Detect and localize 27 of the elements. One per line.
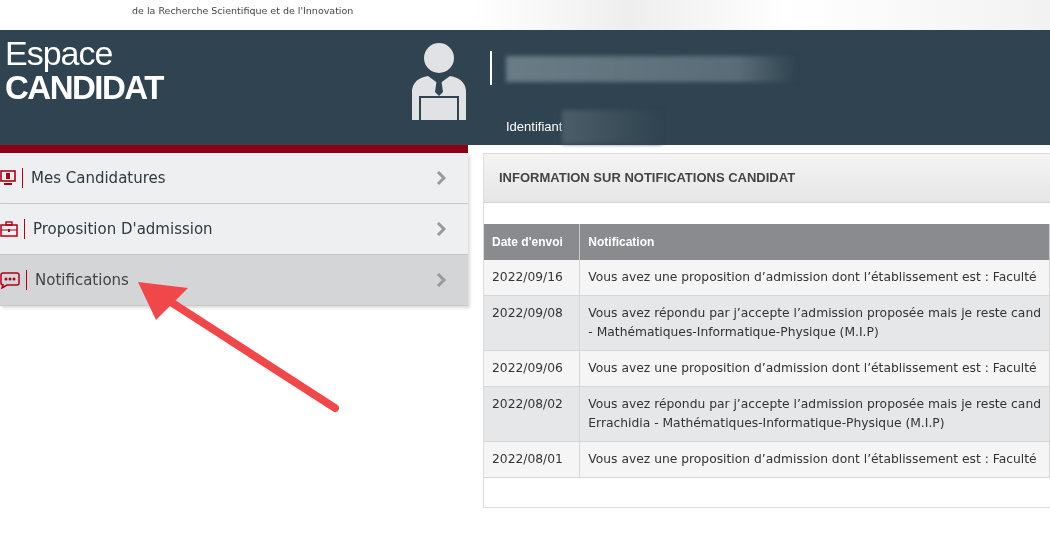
chevron-right-icon xyxy=(436,222,446,236)
notification-text: Vous avez une proposition d’admission dont l’établissement est : Faculté xyxy=(588,450,1037,468)
sidebar-item[interactable]: Proposition D'admission xyxy=(0,204,468,255)
ministry-caption: de la Recherche Scientifique et de l'Innovation xyxy=(132,4,354,18)
chat-icon xyxy=(0,271,20,289)
date-cell: 2022/08/02 xyxy=(484,386,580,442)
notification-text: Vous avez une proposition d’admission dont l’établissement est : Faculté xyxy=(588,268,1037,286)
brand-title: Espace xyxy=(5,36,114,70)
chevron-right-icon xyxy=(436,171,446,185)
column-header: Date d'envoi xyxy=(484,223,580,260)
notification-text: Errachidia - Mathématiques-Informatique-Physique (M.I.P) xyxy=(588,414,945,432)
date-cell: 2022/09/08 xyxy=(484,295,580,351)
briefcase-icon xyxy=(0,221,18,237)
sidebar-item[interactable]: Notifications xyxy=(0,255,468,306)
date-cell: 2022/09/16 xyxy=(484,259,580,296)
notification-text: Vous avez répondu par j’accepte l’admission proposée mais je reste cand xyxy=(588,304,1041,322)
sidebar-item[interactable]: Mes Candidatures xyxy=(0,153,468,204)
notification-text: Vous avez une proposition d’admission dont l’établissement est : Faculté xyxy=(588,359,1037,377)
date-cell: 2022/09/06 xyxy=(484,350,580,387)
notification-text: Vous avez répondu par j’accepte l’admission proposée mais je reste cand xyxy=(588,395,1041,413)
panel-title: INFORMATION SUR NOTIFICATIONS CANDIDAT xyxy=(484,154,1050,203)
monitor-icon xyxy=(0,170,16,186)
column-header: Notification xyxy=(579,223,1050,260)
date-cell: 2022/08/01 xyxy=(484,441,580,478)
notification-text: - Mathématiques-Informatique-Physique (M.I.P) xyxy=(588,323,879,341)
chevron-right-icon xyxy=(436,273,446,287)
identifier-label: Identifiant xyxy=(506,118,563,137)
